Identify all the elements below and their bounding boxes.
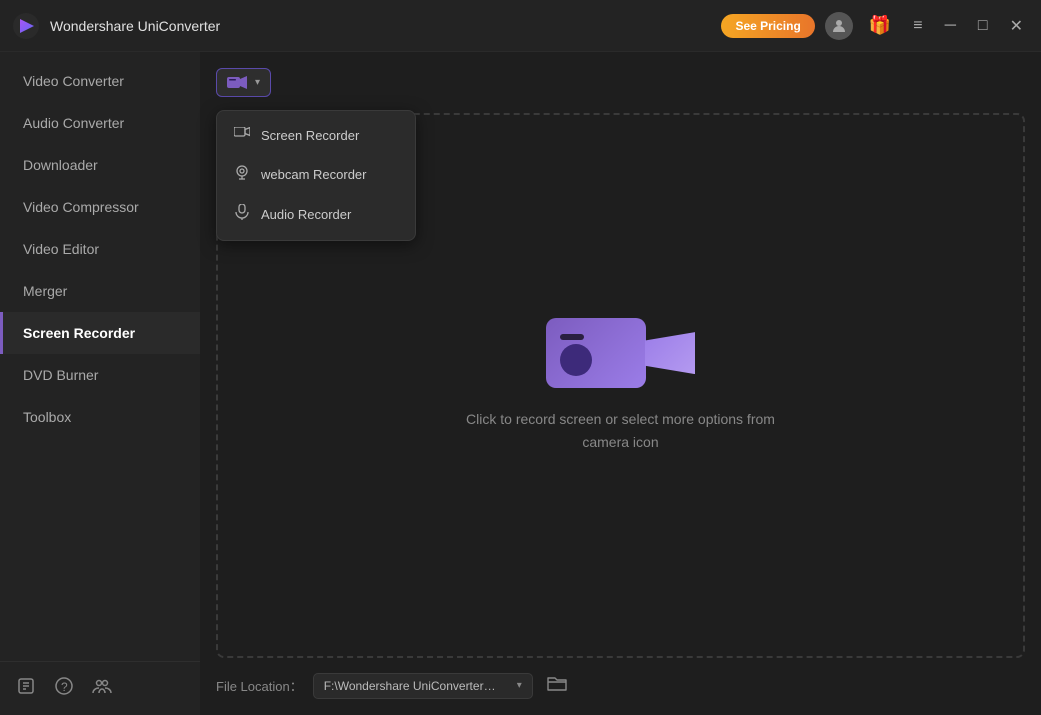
title-bar: Wondershare UniConverter See Pricing 🎁 ≡… (0, 0, 1041, 52)
file-location-label: File Location： (216, 676, 303, 695)
sidebar-item-merger[interactable]: Merger (0, 270, 200, 312)
sidebar-label: Toolbox (23, 409, 71, 425)
svg-text:?: ? (61, 680, 68, 694)
sidebar-label: Audio Converter (23, 115, 124, 131)
main-layout: Video Converter Audio Converter Download… (0, 52, 1041, 715)
record-hint-line2: camera icon (582, 434, 658, 450)
sidebar-label: Video Compressor (23, 199, 139, 215)
camera-illustration (546, 318, 695, 388)
titlebar-actions: See Pricing 🎁 ≡ ─ □ ✕ (721, 11, 1029, 40)
file-location-value: F:\Wondershare UniConverter\Co... (324, 679, 499, 693)
user-avatar[interactable] (825, 12, 853, 40)
webcam-icon (233, 164, 251, 184)
minimize-button[interactable]: ─ (939, 13, 962, 39)
screen-recorder-icon (233, 127, 251, 144)
app-logo (12, 12, 40, 40)
audio-recorder-icon (233, 204, 251, 224)
sidebar-label: Video Editor (23, 241, 99, 257)
camera-body (546, 318, 646, 388)
record-hint-line1: Click to record screen or select more op… (466, 411, 775, 427)
dropdown-arrow-icon: ▾ (255, 77, 260, 88)
screen-recorder-label: Screen Recorder (261, 128, 359, 143)
book-icon[interactable] (16, 676, 36, 701)
sidebar-nav: Video Converter Audio Converter Download… (0, 60, 200, 661)
camera-viewfinder (645, 332, 695, 374)
file-location-select[interactable]: F:\Wondershare UniConverter\Co... ▾ (313, 673, 533, 699)
dropdown-item-audio-recorder[interactable]: Audio Recorder (217, 194, 415, 234)
close-button[interactable]: ✕ (1004, 12, 1029, 40)
webcam-recorder-label: webcam Recorder (261, 167, 367, 182)
recorder-type-button[interactable]: ▾ (216, 68, 271, 97)
sidebar-item-video-converter[interactable]: Video Converter (0, 60, 200, 102)
people-icon[interactable] (92, 676, 112, 701)
gift-icon[interactable]: 🎁 (863, 11, 897, 40)
sidebar-item-video-compressor[interactable]: Video Compressor (0, 186, 200, 228)
file-location-dropdown-arrow: ▾ (517, 680, 522, 691)
content-toolbar: ▾ Screen Recorder (216, 68, 1025, 97)
see-pricing-button[interactable]: See Pricing (721, 14, 814, 38)
maximize-button[interactable]: □ (972, 13, 994, 39)
camera-lens (560, 344, 592, 376)
dropdown-item-webcam-recorder[interactable]: webcam Recorder (217, 154, 415, 194)
sidebar-item-toolbox[interactable]: Toolbox (0, 396, 200, 438)
content-footer: File Location： F:\Wondershare UniConvert… (216, 672, 1025, 699)
sidebar-item-video-editor[interactable]: Video Editor (0, 228, 200, 270)
sidebar-label: Screen Recorder (23, 325, 135, 341)
sidebar-item-screen-recorder[interactable]: Screen Recorder (0, 312, 200, 354)
sidebar-label: DVD Burner (23, 367, 98, 383)
content-area: ▾ Screen Recorder (200, 52, 1041, 715)
record-hint: Click to record screen or select more op… (466, 408, 775, 453)
app-title: Wondershare UniConverter (50, 18, 721, 34)
open-folder-button[interactable] (543, 672, 571, 699)
sidebar-label: Merger (23, 283, 67, 299)
sidebar-item-downloader[interactable]: Downloader (0, 144, 200, 186)
sidebar-label: Downloader (23, 157, 98, 173)
recorder-dropdown-menu: Screen Recorder webcam Recorder (216, 110, 416, 241)
sidebar-item-dvd-burner[interactable]: DVD Burner (0, 354, 200, 396)
sidebar-item-audio-converter[interactable]: Audio Converter (0, 102, 200, 144)
sidebar-footer: ? (0, 661, 200, 715)
audio-recorder-label: Audio Recorder (261, 207, 351, 222)
camera-icon (227, 75, 247, 90)
dropdown-item-screen-recorder[interactable]: Screen Recorder (217, 117, 415, 154)
hamburger-menu-button[interactable]: ≡ (907, 13, 928, 39)
help-icon[interactable]: ? (54, 676, 74, 701)
sidebar-label: Video Converter (23, 73, 124, 89)
sidebar: Video Converter Audio Converter Download… (0, 52, 200, 715)
